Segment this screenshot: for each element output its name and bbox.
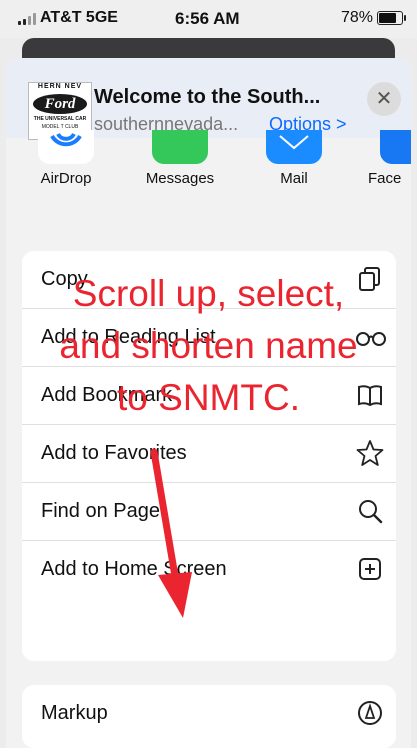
- annotation-arrow-icon: [150, 448, 192, 618]
